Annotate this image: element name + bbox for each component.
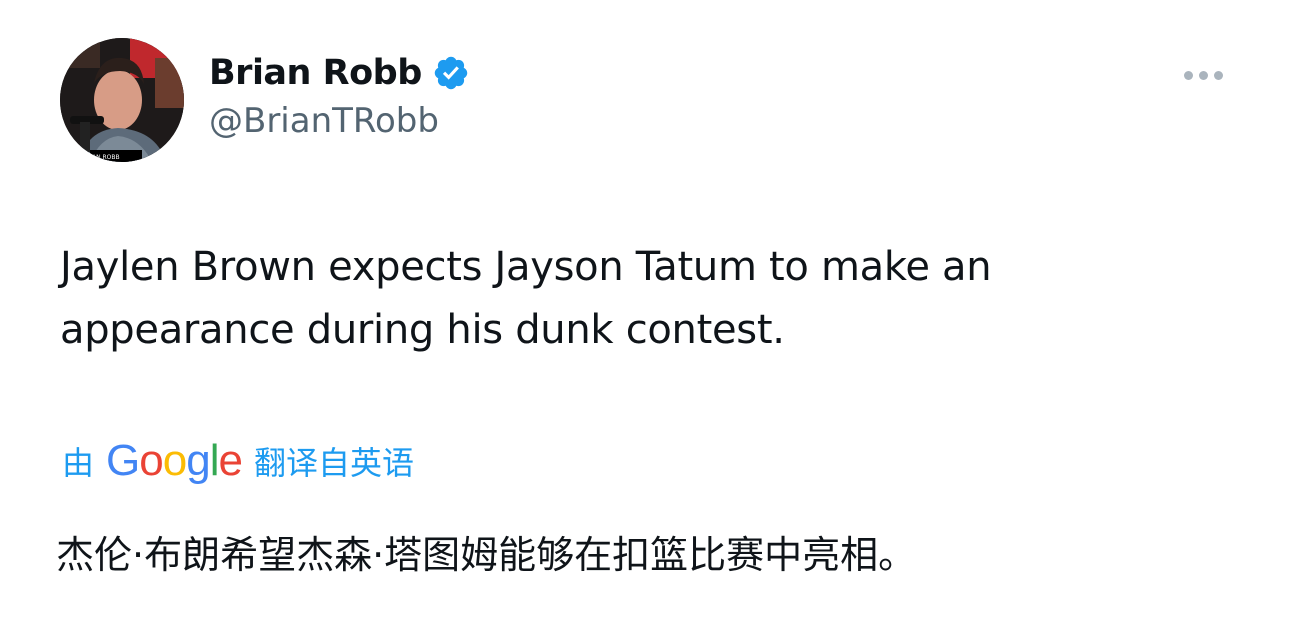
tweet-card: AN ROBB Brian Robb @BrianTRobb Jaylen Br… [0, 0, 1290, 628]
google-letter: G [106, 436, 140, 485]
tweet-text: Jaylen Brown expects Jayson Tatum to mak… [60, 244, 992, 353]
avatar-caption: AN ROBB [92, 154, 120, 161]
google-letter: e [218, 436, 243, 485]
translate-suffix: 翻译自英语 [253, 444, 414, 482]
verified-badge-icon[interactable] [432, 54, 470, 92]
author-name-row: Brian Robb [209, 50, 470, 96]
google-letter: o [162, 436, 188, 485]
translate-prefix: 由 [62, 444, 95, 482]
translated-by-google[interactable]: 由 G o o g l e 翻译自英语 [62, 432, 414, 490]
more-dot [1183, 70, 1193, 80]
more-dot [1213, 70, 1223, 80]
more-dot [1198, 70, 1208, 80]
more-options-icon[interactable] [1178, 60, 1228, 90]
author-handle[interactable]: @BrianTRobb [209, 101, 439, 141]
translated-text: 杰伦·布朗希望杰森·塔图姆能够在扣篮比赛中亮相。 [56, 533, 917, 577]
google-letter: g [186, 436, 211, 485]
google-letter: l [209, 436, 220, 485]
author-display-name[interactable]: Brian Robb [209, 53, 422, 93]
google-letter: o [139, 436, 164, 485]
avatar-photo: AN ROBB [60, 38, 184, 162]
google-logo: G o o g l e [106, 436, 243, 485]
avatar[interactable]: AN ROBB [60, 38, 184, 162]
